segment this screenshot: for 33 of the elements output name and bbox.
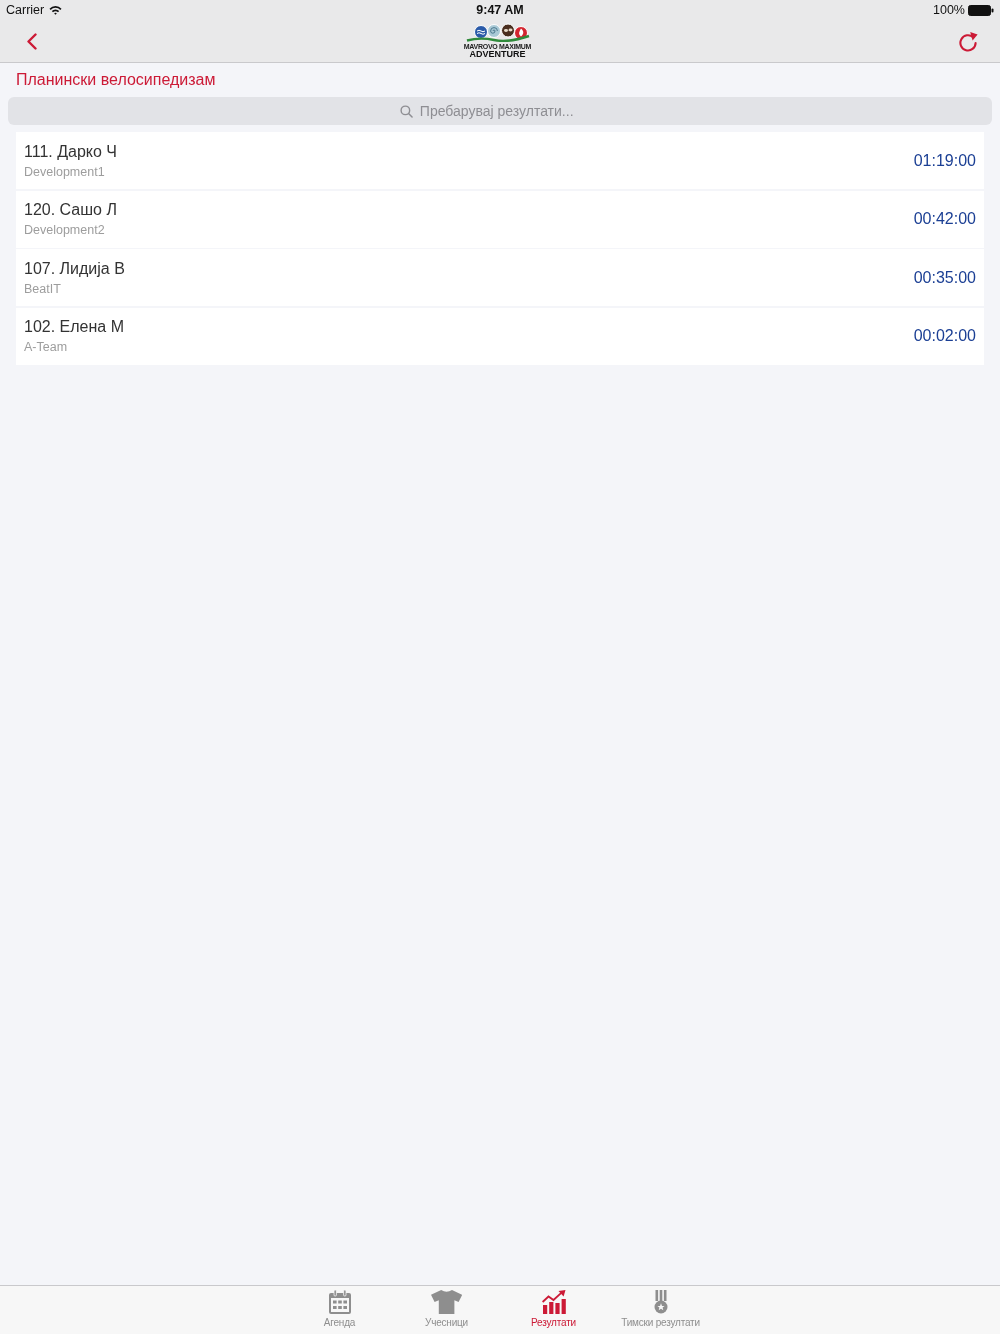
competitor-name: 107. Лидија В <box>24 258 125 279</box>
wifi-icon <box>49 5 63 15</box>
chevron-left-icon <box>26 32 37 50</box>
status-time: 9:47 AM <box>476 3 524 17</box>
calendar-icon <box>328 1290 351 1314</box>
competitor-name: 120. Сашо Л <box>24 200 117 220</box>
result-row[interactable]: 111. Дарко Ч Development1 01:19:00 <box>16 132 984 189</box>
competitor-name: 102. Елена М <box>24 317 124 337</box>
section-title: Планински велосипедизам <box>15 70 217 90</box>
logo-emblem-icon <box>465 23 530 42</box>
team-name: A-Team <box>24 339 69 355</box>
result-time: 00:02:00 <box>913 327 976 345</box>
battery-percent: 100% <box>933 3 965 17</box>
result-time: 00:35:00 <box>913 268 976 287</box>
result-time: 00:42:00 <box>913 210 976 228</box>
medal-icon <box>653 1290 668 1314</box>
team-name: BeatIT <box>24 280 62 297</box>
search-field[interactable]: Пребарувај резултати... <box>419 103 601 119</box>
result-row[interactable]: 102. Елена М A-Team 00:02:00 <box>16 307 984 365</box>
t-shirt-icon <box>430 1290 463 1314</box>
logo-text: ADVENTURE <box>469 50 526 59</box>
tab-item[interactable]: Резултати <box>500 1286 607 1334</box>
competitor-name: 111. Дарко Ч <box>24 141 118 162</box>
bar-chart-icon <box>541 1290 566 1314</box>
team-name: Development2 <box>24 222 106 238</box>
result-row[interactable]: 120. Сашо Л Development2 00:42:00 <box>16 190 984 248</box>
battery-icon <box>968 4 994 16</box>
carrier-label: Carrier <box>6 3 45 17</box>
search-icon <box>399 104 413 118</box>
team-name: Development1 <box>24 163 106 180</box>
refresh-icon <box>958 30 978 52</box>
result-row[interactable]: 107. Лидија В BeatIT 00:35:00 <box>16 249 984 306</box>
result-time: 01:19:00 <box>913 151 976 170</box>
